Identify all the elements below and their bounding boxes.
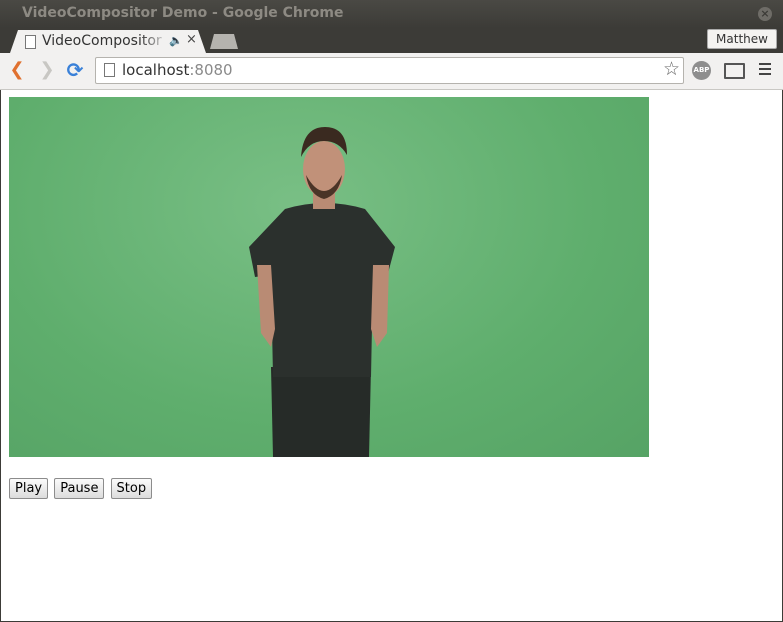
browser-window: VideoCompositor Demo - Google Chrome × V…: [0, 0, 783, 622]
document-icon: [104, 63, 115, 77]
play-button[interactable]: Play: [9, 478, 49, 499]
url-port: :8080: [189, 61, 233, 79]
forward-arrow-icon[interactable]: ❯: [36, 59, 58, 81]
window-title: VideoCompositor Demo - Google Chrome: [22, 5, 344, 21]
back-arrow-icon[interactable]: ❮: [6, 59, 28, 81]
title-bar: VideoCompositor Demo - Google Chrome ×: [0, 0, 783, 28]
reload-icon[interactable]: ⟳: [64, 59, 86, 81]
cast-icon[interactable]: [724, 63, 745, 79]
tab-close-icon[interactable]: ×: [186, 32, 197, 47]
page-content: Play Pause Stop: [1, 90, 782, 621]
document-icon: [25, 35, 36, 49]
tab-title-fade: [140, 32, 170, 50]
tab-strip: VideoCompositor Demo 🔈 × Matthew: [0, 28, 783, 53]
pause-button[interactable]: Pause: [54, 478, 105, 499]
tab-active[interactable]: VideoCompositor Demo 🔈 ×: [10, 30, 206, 53]
bookmark-star-icon[interactable]: ☆: [663, 58, 680, 80]
speaker-icon[interactable]: 🔈: [169, 34, 183, 47]
person-figure: [249, 127, 395, 457]
profile-button[interactable]: Matthew: [707, 29, 777, 49]
video-canvas[interactable]: [9, 97, 649, 457]
adblock-icon[interactable]: ABP: [692, 61, 711, 80]
hamburger-menu-icon[interactable]: [759, 63, 771, 77]
new-tab-button[interactable]: [210, 34, 238, 49]
address-bar[interactable]: localhost:8080 ☆: [95, 57, 684, 84]
window-close-button[interactable]: ×: [758, 7, 772, 21]
url-text[interactable]: localhost:8080: [122, 61, 233, 79]
browser-toolbar: ❮ ❯ ⟳ localhost:8080 ☆ ABP: [0, 53, 783, 90]
playback-controls: Play Pause Stop: [9, 477, 153, 499]
url-host: localhost: [122, 61, 190, 79]
stop-button[interactable]: Stop: [110, 478, 153, 499]
